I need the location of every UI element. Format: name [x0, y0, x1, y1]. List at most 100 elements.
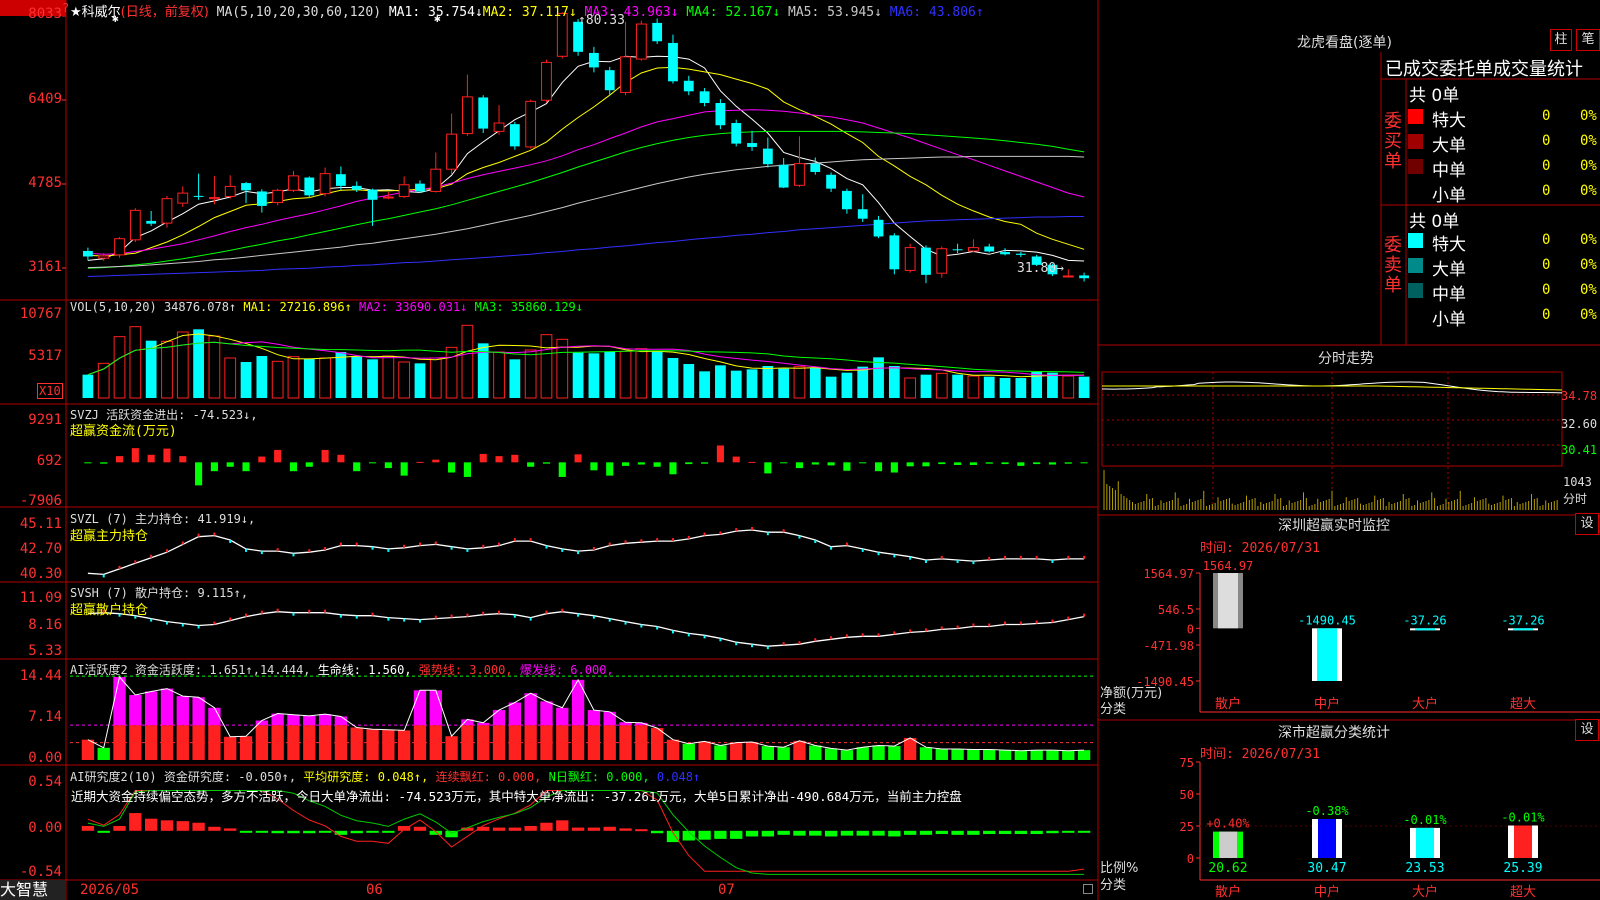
- vol-bar-up: [461, 324, 474, 399]
- buy-total: 共 0单: [1409, 86, 1460, 106]
- ai1-bar: [793, 740, 806, 760]
- vol-ma3: MA3: 35860.129↓: [474, 300, 584, 314]
- fenshi-vol-unit: 分时: [1563, 492, 1588, 506]
- svzj-bar: [337, 454, 345, 463]
- x-date-2: 06: [366, 882, 383, 898]
- candle-body-down: [256, 191, 267, 206]
- sell-total: 共 0单: [1409, 212, 1460, 232]
- ai2-bar: [872, 830, 885, 836]
- app-logo[interactable]: 大智慧: [0, 880, 66, 900]
- buy-row[interactable]: 大单 0 0%: [1408, 131, 1600, 156]
- monitor-settings-button[interactable]: 设: [1575, 513, 1599, 535]
- lhb-bar-button[interactable]: 柱: [1550, 29, 1572, 51]
- svzj-bar: [985, 462, 993, 464]
- ai2-bar: [492, 827, 506, 831]
- kline-ma6-line: [87, 216, 1085, 277]
- candle-body-down: [1079, 275, 1089, 279]
- svzj-bar: [574, 454, 582, 463]
- ai2-bar: [524, 825, 537, 831]
- svzj-bar: [210, 462, 218, 472]
- vol-bar-down: [683, 364, 695, 398]
- classify-value-label: 25.39: [1503, 861, 1542, 876]
- chart-mode[interactable]: (日线，前复权): [121, 5, 209, 20]
- lhb-tick-button[interactable]: 笔: [1576, 29, 1600, 51]
- ai2-bar: [192, 822, 205, 831]
- vol-unit-badge[interactable]: X10: [37, 383, 63, 399]
- candle-body-up: [525, 100, 537, 148]
- vol-bar-down: [762, 366, 774, 398]
- sell-row[interactable]: 特大 0 0%: [1408, 230, 1600, 255]
- candle-body-down: [683, 80, 694, 92]
- classify-ytick: 75: [1180, 756, 1194, 770]
- ai2-bar: [224, 828, 237, 831]
- ai1-bar: [1077, 750, 1091, 760]
- ai1-tick-3: 0.00: [28, 750, 62, 766]
- ai1-tick-1: 14.44: [19, 668, 62, 684]
- candle-body-down: [810, 163, 821, 172]
- sell-row[interactable]: 小单 0 0%: [1408, 305, 1600, 330]
- sell-pct: 0%: [1580, 282, 1597, 298]
- sell-color-swatch: [1408, 283, 1423, 298]
- classify-bar-core: [1219, 831, 1237, 858]
- buy-color-swatch: [1408, 184, 1423, 199]
- ai2-label: AI研究度2(10): [70, 770, 157, 784]
- svzj-bar: [890, 462, 898, 473]
- ai1-bar: [872, 745, 885, 760]
- ai1-bar: [650, 728, 664, 760]
- vol-bar-down: [667, 358, 679, 398]
- chart-canvas[interactable]: ✱ ✱1564.97546.50-471.98-1490.451564.97散户-…: [0, 0, 1600, 900]
- svzj-bar: [179, 456, 187, 463]
- sell-row[interactable]: 中单 0 0%: [1408, 280, 1600, 305]
- ai2-avg: 平均研究度: 0.048↑,: [303, 770, 429, 784]
- candle-body-down: [304, 177, 315, 196]
- buy-pct: 0%: [1580, 183, 1597, 199]
- kline-ma3-line: [87, 109, 1085, 255]
- svzj-tick-2: 692: [36, 453, 62, 469]
- candle-body-down: [857, 209, 868, 219]
- ai1-bar: [587, 725, 601, 760]
- candle-body-up: [968, 247, 979, 252]
- candle-body-down: [668, 42, 678, 82]
- kline-ma4-line: [87, 130, 1085, 269]
- ai1-bar: [730, 742, 743, 760]
- ai2-bar: [350, 830, 363, 834]
- classify-category: 散户: [1215, 884, 1241, 900]
- monitor-xlabel: 分类: [1100, 702, 1127, 717]
- high-price-label: ↑80.33: [578, 13, 625, 28]
- svzj-bar: [258, 456, 266, 463]
- stock-name[interactable]: 科威尔: [82, 5, 121, 20]
- vol-bar-down: [1047, 372, 1058, 398]
- buy-row[interactable]: 中单 0 0%: [1408, 156, 1600, 181]
- ai2-bar: [1077, 830, 1091, 833]
- ai2-bar: [334, 830, 348, 835]
- svzj-bar: [590, 462, 598, 471]
- candle-body-up: [224, 185, 236, 197]
- vol-bar-down: [256, 356, 268, 398]
- candle-body-up: [272, 189, 284, 204]
- ai1-bar: [540, 725, 553, 760]
- candle-body-down: [921, 247, 931, 275]
- buy-row[interactable]: 小单 0 0%: [1408, 181, 1600, 206]
- vol-bar-up: [429, 357, 442, 399]
- lock-icon[interactable]: [1083, 884, 1093, 894]
- ai1-bar: [192, 725, 205, 760]
- buy-qty: 0: [1542, 158, 1551, 174]
- candle-body-down: [984, 246, 995, 252]
- ai2-bar: [1014, 830, 1028, 835]
- classify-ytick: 50: [1180, 788, 1194, 802]
- classify-bar-1: [1312, 818, 1342, 858]
- ai2-tick-1: 0.54: [28, 774, 62, 790]
- svzj-bar: [716, 445, 724, 463]
- monitor-category: 中户: [1314, 696, 1340, 712]
- svzj-bar: [874, 462, 883, 472]
- monitor-bar-0: [1213, 573, 1243, 629]
- candle-body-down: [367, 189, 378, 200]
- buy-row[interactable]: 特大 0 0%: [1408, 106, 1600, 131]
- sell-row[interactable]: 大单 0 0%: [1408, 255, 1600, 280]
- classify-settings-button[interactable]: 设: [1575, 719, 1599, 741]
- candle-body-up: [493, 122, 505, 132]
- vol-bar-down: [651, 350, 663, 398]
- vol-bar-down: [952, 374, 963, 398]
- vol-bar-down: [699, 371, 710, 398]
- vol-bar-down: [604, 352, 616, 398]
